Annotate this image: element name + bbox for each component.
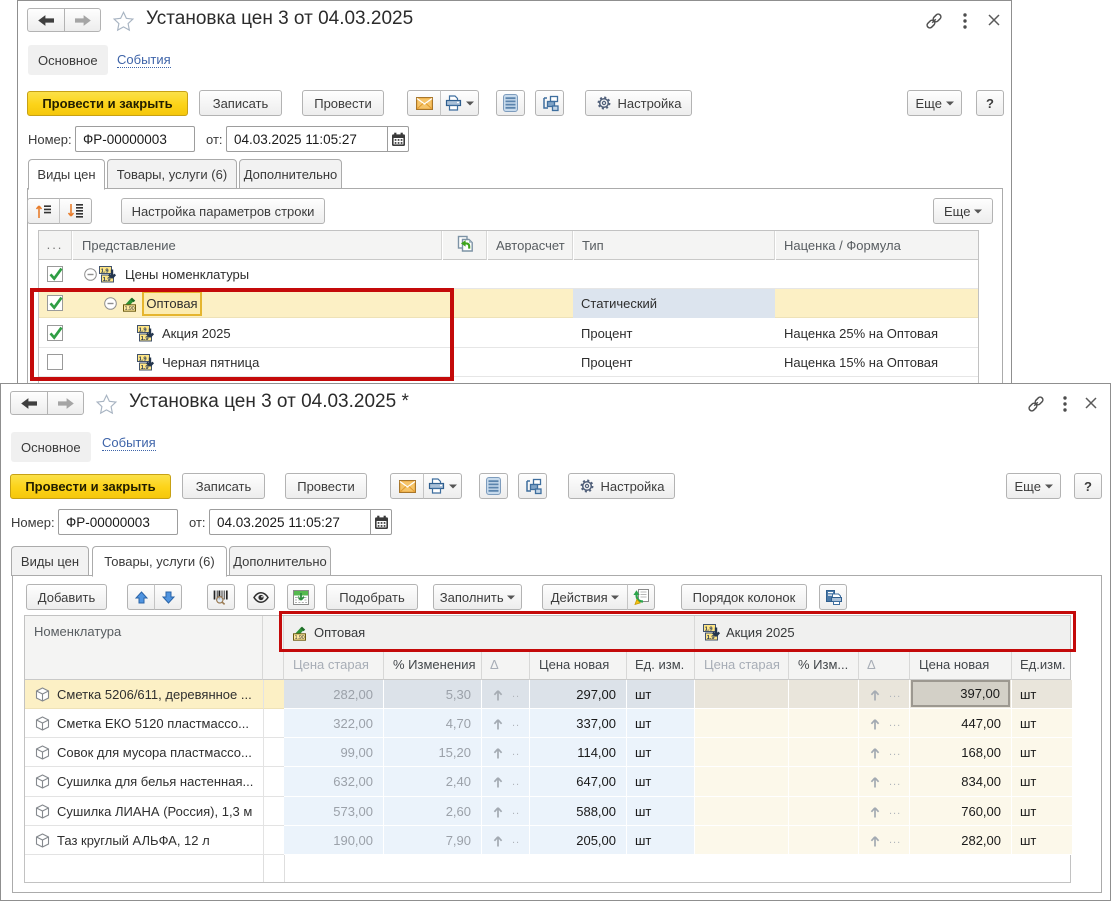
svg-text:1.9: 1.9: [103, 277, 112, 283]
svg-text:1.9: 1.9: [101, 268, 110, 274]
